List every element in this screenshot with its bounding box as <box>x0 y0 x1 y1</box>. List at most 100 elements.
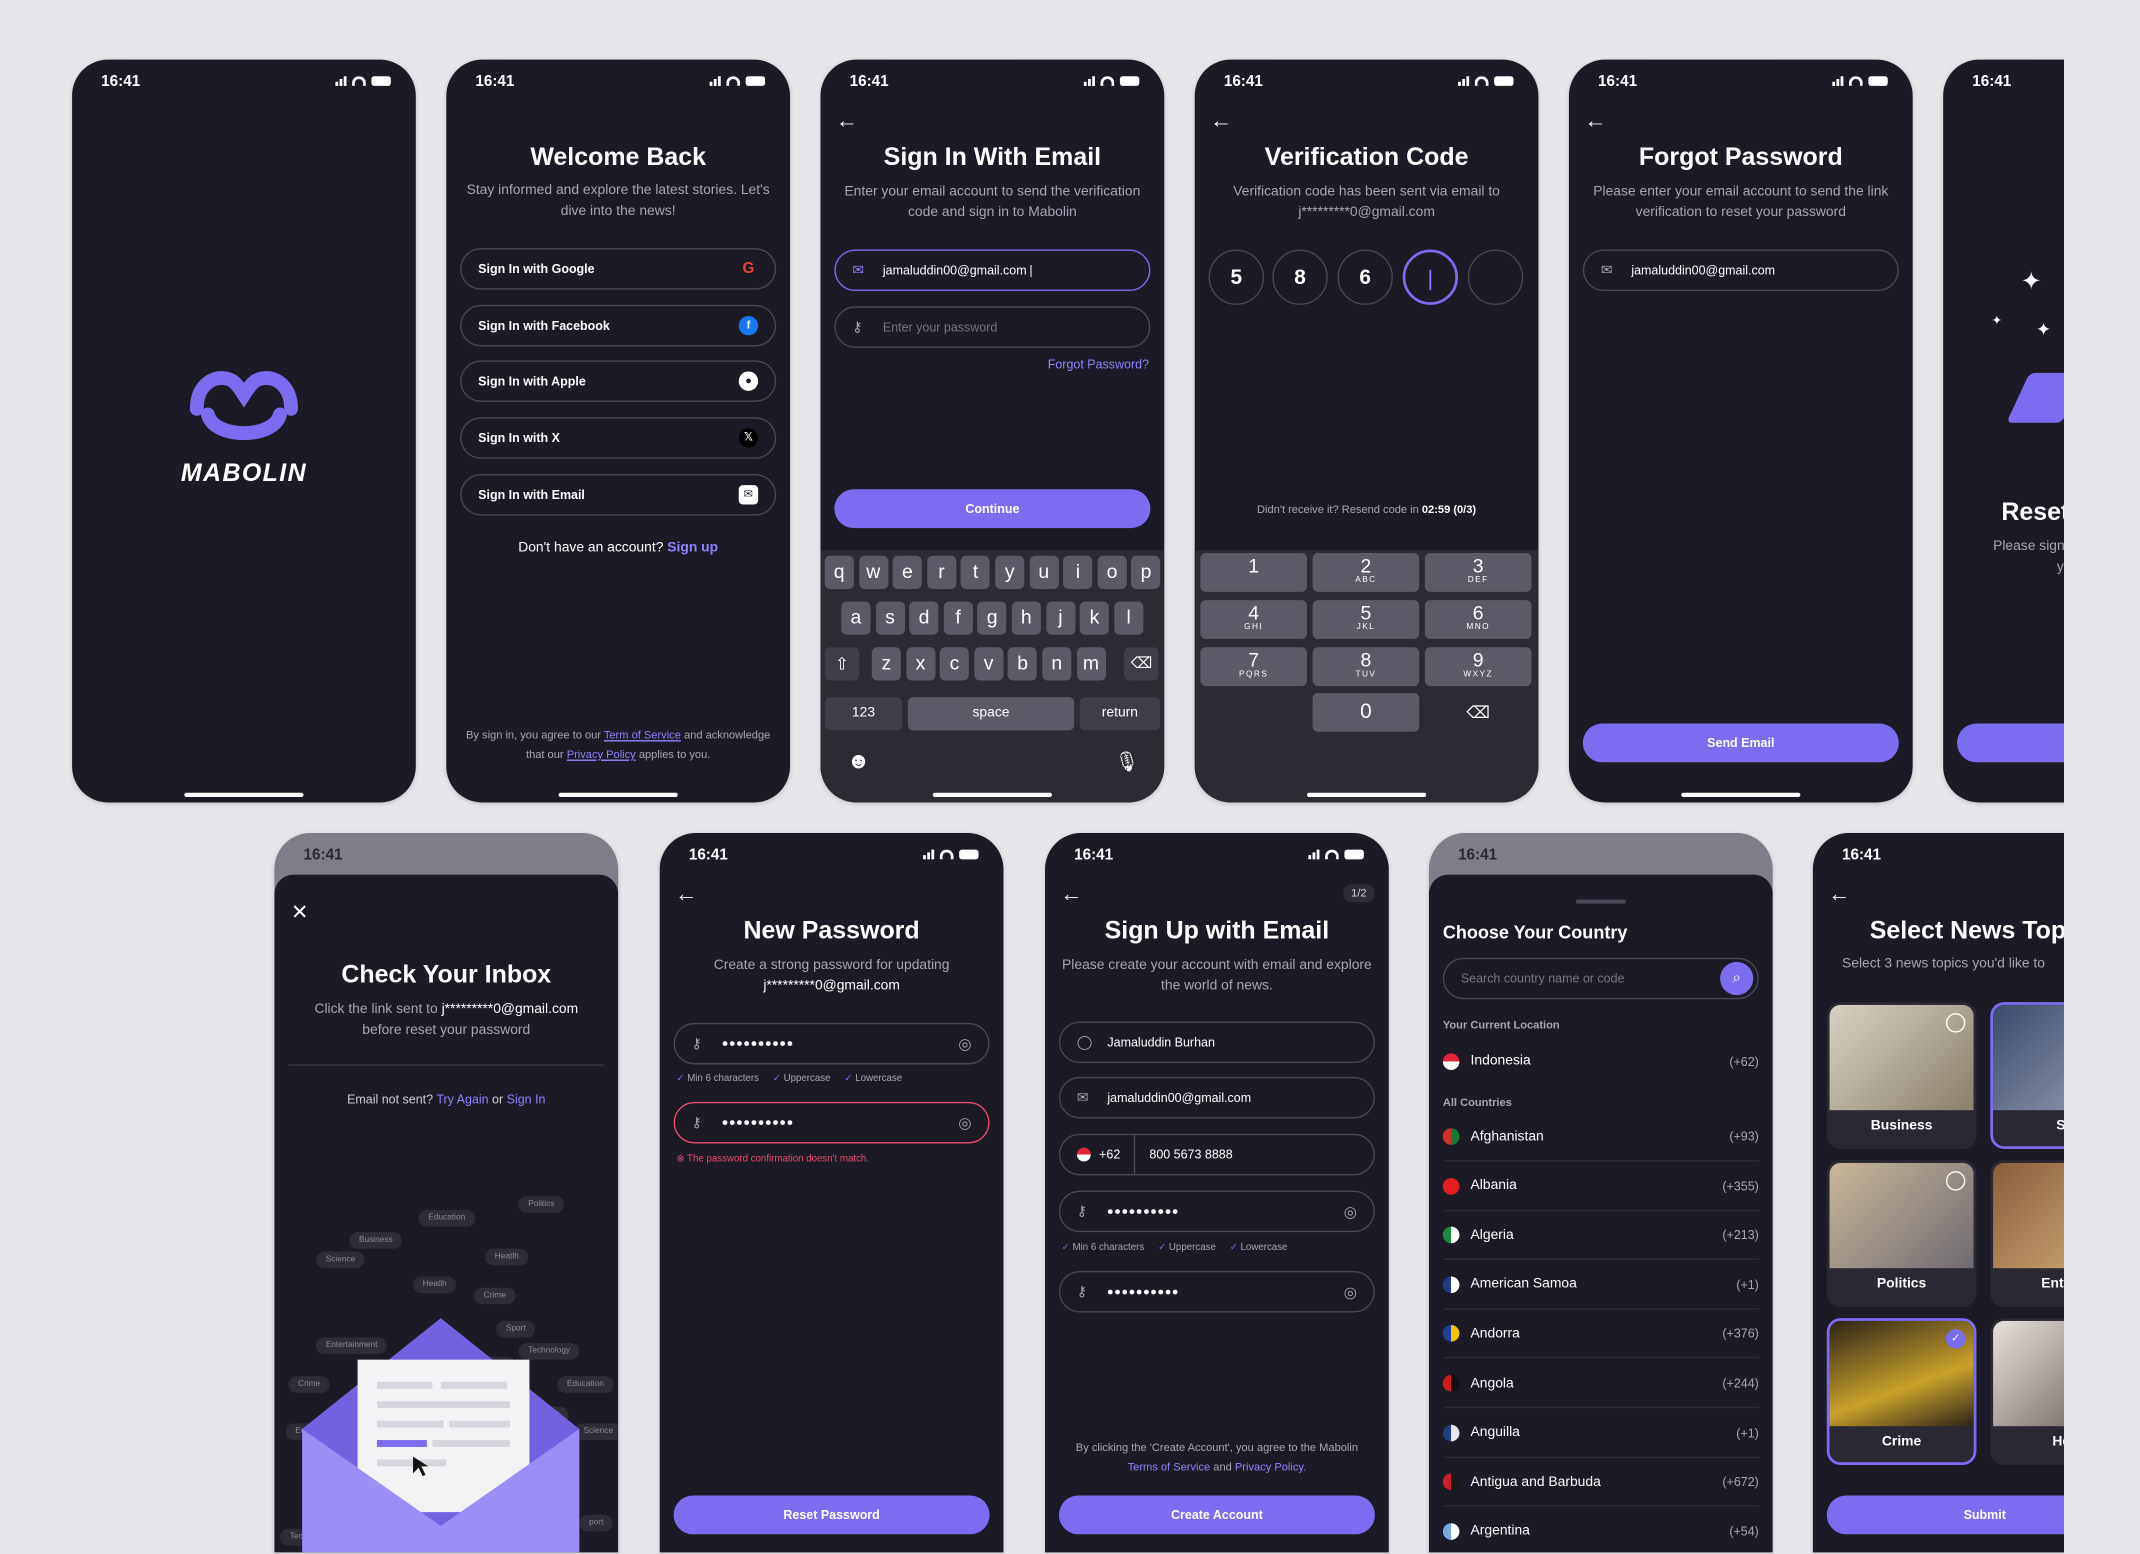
eye-off-icon[interactable]: ◎ <box>1344 1283 1357 1301</box>
privacy-link[interactable]: Privacy Policy <box>567 748 636 760</box>
country-row[interactable]: Afghanistan (+93) <box>1442 1113 1759 1162</box>
key-w[interactable]: w <box>858 555 888 590</box>
country-row[interactable]: Anguilla (+1) <box>1442 1409 1759 1458</box>
numpad-key-8[interactable]: 8 TUV <box>1312 647 1420 687</box>
key-l[interactable]: l <box>1114 601 1144 635</box>
country-row-current[interactable]: Indonesia (+62) <box>1442 1037 1759 1086</box>
country-row[interactable]: American Samoa (+1) <box>1442 1261 1759 1310</box>
key-g[interactable]: g <box>977 601 1007 635</box>
numpad-key-2[interactable]: 2 ABC <box>1312 553 1420 592</box>
eye-off-icon[interactable]: ◎ <box>958 1114 971 1132</box>
terms-link[interactable]: Terms of Service <box>1128 1461 1211 1473</box>
country-row[interactable]: Antigua and Barbuda (+672) <box>1442 1458 1759 1507</box>
key-o[interactable]: o <box>1097 555 1127 590</box>
back-arrow-icon[interactable]: ← <box>1210 109 1232 134</box>
key-u[interactable]: u <box>1029 555 1059 590</box>
try-again-link[interactable]: Try Again <box>436 1092 488 1106</box>
numbers-key[interactable]: 123 <box>824 697 903 731</box>
full-name-input[interactable]: ◯ Jamaluddin Burhan <box>1058 1021 1375 1064</box>
reset-password-button[interactable]: Reset Password <box>673 1495 990 1535</box>
phone-input[interactable]: +62 800 5673 8888 <box>1058 1133 1375 1176</box>
key-i[interactable]: i <box>1063 555 1093 590</box>
numpad-key-0[interactable]: 0 <box>1312 693 1420 732</box>
backspace-icon[interactable]: ⌫ <box>1466 703 1490 722</box>
code-digit-box[interactable]: 8 <box>1272 249 1328 305</box>
country-row[interactable]: Argentina (+54) <box>1442 1508 1759 1553</box>
code-digit-box[interactable]: 6 <box>1337 249 1393 305</box>
key-n[interactable]: n <box>1042 647 1072 681</box>
back-arrow-icon[interactable]: ← <box>1060 883 1082 908</box>
terms-link[interactable]: Term of Service <box>604 729 681 741</box>
numpad-key-6[interactable]: 6 MNO <box>1424 600 1532 639</box>
back-arrow-icon[interactable]: ← <box>675 883 697 908</box>
back-arrow-icon[interactable]: ← <box>1584 109 1606 134</box>
back-arrow-icon[interactable]: ← <box>1828 883 1850 908</box>
back-arrow-icon[interactable]: ← <box>836 109 858 134</box>
country-search-input[interactable]: Search country name or code ⌕ <box>1442 957 1759 1000</box>
apple-signin-button[interactable]: Sign In with Apple ● <box>460 360 777 402</box>
facebook-signin-button[interactable]: Sign In with Facebook f <box>460 304 777 347</box>
space-key[interactable]: space <box>907 697 1075 731</box>
confirm-password-input[interactable]: ⚷ •••••••••• ◎ <box>673 1101 990 1144</box>
search-icon[interactable]: ⌕ <box>1720 961 1754 996</box>
confirm-password-input[interactable]: ⚷ •••••••••• ◎ <box>1058 1270 1375 1313</box>
submit-button[interactable]: Submit <box>1826 1495 2064 1535</box>
country-row[interactable]: Algeria (+213) <box>1442 1212 1759 1261</box>
country-row[interactable]: Angola (+244) <box>1442 1360 1759 1409</box>
key-v[interactable]: v <box>974 647 1004 681</box>
send-email-button[interactable]: Send Email <box>1582 723 1899 763</box>
key-p[interactable]: p <box>1131 555 1161 590</box>
shift-key[interactable]: ⇧ <box>824 647 860 681</box>
key-d[interactable]: d <box>909 601 939 635</box>
key-h[interactable]: h <box>1011 601 1041 635</box>
key-m[interactable]: m <box>1076 647 1106 681</box>
country-row[interactable]: Albania (+355) <box>1442 1162 1759 1211</box>
new-password-input[interactable]: ⚷ •••••••••• ◎ <box>673 1022 990 1065</box>
select-check-icon[interactable] <box>1945 1013 1966 1033</box>
sign-in-link[interactable]: Sign In <box>507 1092 546 1106</box>
topic-card[interactable]: ✓ Crime <box>1826 1318 1977 1466</box>
numpad-key-4[interactable]: 4 GHI <box>1200 600 1307 639</box>
x-signin-button[interactable]: Sign In with X 𝕏 <box>460 417 777 459</box>
key-z[interactable]: z <box>871 647 901 681</box>
email-input[interactable]: ✉ jamaluddin00@gmail.com <box>1582 249 1899 292</box>
numpad-key-5[interactable]: 5 JKL <box>1312 600 1420 639</box>
close-icon[interactable]: ✕ <box>291 900 308 925</box>
topic-card[interactable]: Business <box>1826 1002 1977 1149</box>
eye-off-icon[interactable]: ◎ <box>958 1035 971 1053</box>
privacy-link[interactable]: Privacy Policy. <box>1235 1461 1306 1473</box>
topic-card[interactable]: Politics <box>1826 1160 1977 1307</box>
key-a[interactable]: a <box>841 601 871 635</box>
key-s[interactable]: s <box>875 601 905 635</box>
country-row[interactable]: Andorra (+376) <box>1442 1310 1759 1359</box>
return-key[interactable]: return <box>1079 697 1161 731</box>
key-k[interactable]: k <box>1079 601 1110 635</box>
key-y[interactable]: y <box>995 555 1025 590</box>
email-input[interactable]: ✉ jamaluddin00@gmail.com <box>1058 1076 1375 1119</box>
eye-off-icon[interactable]: ◎ <box>1344 1202 1357 1221</box>
country-code[interactable]: +62 <box>1099 1148 1120 1162</box>
email-signin-button[interactable]: Sign In with Email ✉ <box>460 474 777 516</box>
backspace-key[interactable]: ⌫ <box>1124 647 1159 681</box>
topic-card[interactable]: Hea <box>1990 1318 2064 1466</box>
key-b[interactable]: b <box>1008 647 1038 681</box>
code-digit-box[interactable] <box>1467 249 1524 305</box>
key-r[interactable]: r <box>926 555 957 590</box>
numpad-key-3[interactable]: 3 DEF <box>1424 553 1532 592</box>
password-input[interactable]: ⚷ Enter your password <box>834 306 1151 348</box>
google-signin-button[interactable]: Sign In with Google G <box>460 248 777 290</box>
microphone-icon[interactable]: 🎙 <box>1115 750 1140 774</box>
create-account-button[interactable]: Create Account <box>1058 1495 1375 1535</box>
topic-card[interactable]: Enterta <box>1990 1160 2064 1307</box>
key-q[interactable]: q <box>824 555 854 590</box>
key-c[interactable]: c <box>939 647 970 681</box>
emoji-icon[interactable]: ☻ <box>847 750 870 775</box>
numpad-key-1[interactable]: 1 <box>1200 553 1307 592</box>
key-e[interactable]: e <box>892 555 922 590</box>
code-digit-box[interactable]: 5 <box>1208 249 1265 305</box>
password-input[interactable]: ⚷ •••••••••• ◎ <box>1058 1190 1375 1233</box>
continue-button[interactable]: Continue <box>834 489 1151 529</box>
numpad-key-9[interactable]: 9 WXYZ <box>1424 647 1532 687</box>
code-digit-box-active[interactable]: | <box>1402 249 1459 305</box>
resend-timer[interactable]: 02:59 (0/3) <box>1422 503 1476 515</box>
